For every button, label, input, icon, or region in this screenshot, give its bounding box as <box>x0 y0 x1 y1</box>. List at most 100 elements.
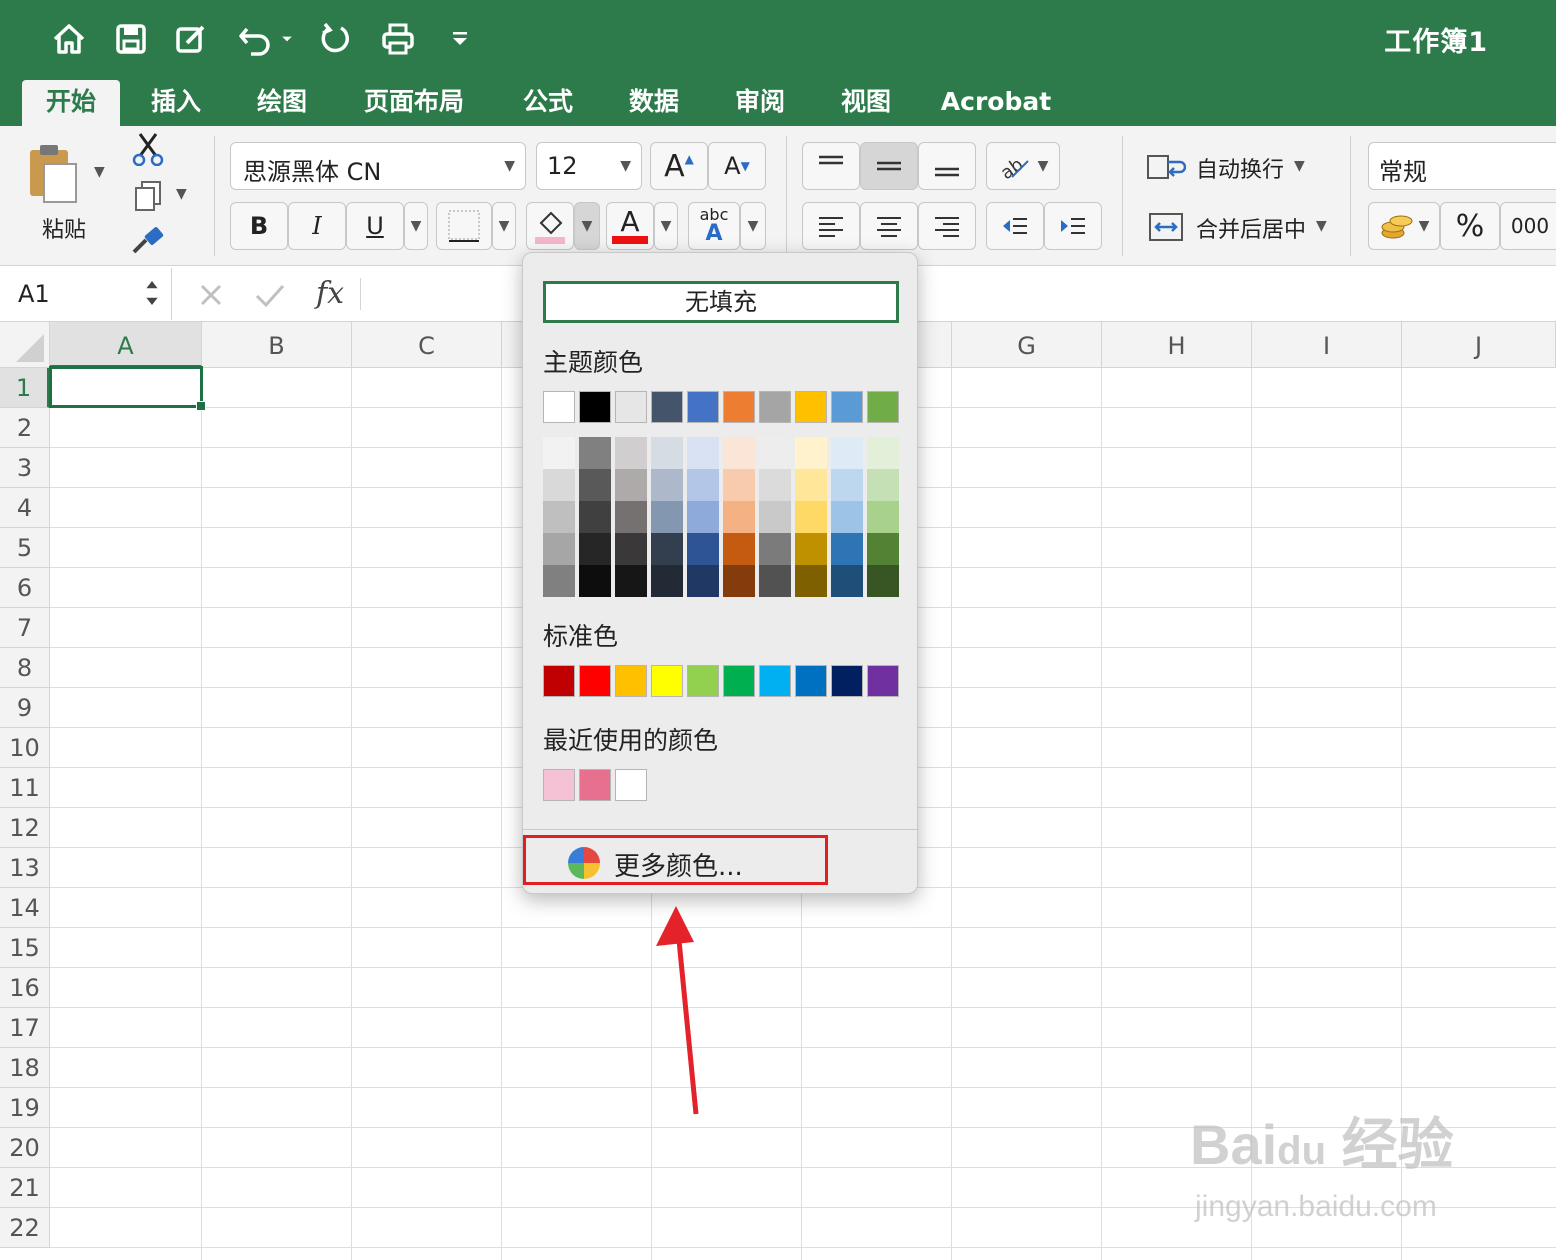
copy-icon[interactable] <box>134 180 164 212</box>
borders-button[interactable] <box>436 202 492 250</box>
align-right-button[interactable] <box>918 202 976 250</box>
merge-center-dropdown-icon[interactable]: ▼ <box>1316 218 1327 234</box>
row-header-6[interactable]: 6 <box>0 568 50 608</box>
tab-page-layout[interactable]: 页面布局 <box>352 80 476 126</box>
standard-color-swatch[interactable] <box>687 665 719 697</box>
theme-shade-swatch[interactable] <box>795 501 827 533</box>
undo-dropdown-icon[interactable] <box>272 16 302 62</box>
theme-shade-swatch[interactable] <box>795 469 827 501</box>
print-icon[interactable] <box>375 16 421 62</box>
theme-shade-swatch[interactable] <box>831 437 863 469</box>
align-center-button[interactable] <box>860 202 918 250</box>
standard-color-swatch[interactable] <box>723 665 755 697</box>
theme-shade-swatch[interactable] <box>867 565 899 597</box>
name-box[interactable]: A1 <box>0 268 172 320</box>
theme-shade-swatch[interactable] <box>831 469 863 501</box>
theme-shade-swatch[interactable] <box>579 533 611 565</box>
row-header-18[interactable]: 18 <box>0 1048 50 1088</box>
enter-check-icon[interactable] <box>254 280 286 310</box>
theme-shade-swatch[interactable] <box>687 565 719 597</box>
align-top-button[interactable] <box>802 142 860 190</box>
underline-button[interactable]: U <box>346 202 404 250</box>
active-cell-a1[interactable] <box>49 366 206 411</box>
theme-color-swatch[interactable] <box>651 391 683 423</box>
format-painter-icon[interactable] <box>130 226 166 256</box>
column-header-h[interactable]: H <box>1102 322 1252 368</box>
theme-shade-swatch[interactable] <box>723 533 755 565</box>
theme-shade-swatch[interactable] <box>723 501 755 533</box>
standard-color-swatch[interactable] <box>831 665 863 697</box>
row-header-19[interactable]: 19 <box>0 1088 50 1128</box>
borders-dropdown-icon[interactable]: ▼ <box>492 202 516 250</box>
row-header-16[interactable]: 16 <box>0 968 50 1008</box>
theme-color-swatch[interactable] <box>687 391 719 423</box>
row-header-1[interactable]: 1 <box>0 368 50 408</box>
tab-home[interactable]: 开始 <box>22 80 120 126</box>
percent-button[interactable]: % <box>1440 202 1500 250</box>
home-icon[interactable] <box>46 16 92 62</box>
theme-shade-swatch[interactable] <box>759 501 791 533</box>
standard-color-swatch[interactable] <box>579 665 611 697</box>
theme-color-swatch[interactable] <box>615 391 647 423</box>
theme-shade-swatch[interactable] <box>723 469 755 501</box>
row-header-22[interactable]: 22 <box>0 1208 50 1248</box>
tab-insert[interactable]: 插入 <box>140 80 212 126</box>
theme-color-swatch[interactable] <box>579 391 611 423</box>
row-header-15[interactable]: 15 <box>0 928 50 968</box>
theme-shade-swatch[interactable] <box>867 533 899 565</box>
tab-acrobat[interactable]: Acrobat <box>938 80 1054 126</box>
column-header-i[interactable]: I <box>1252 322 1402 368</box>
standard-color-swatch[interactable] <box>795 665 827 697</box>
underline-dropdown-icon[interactable]: ▼ <box>404 202 428 250</box>
fill-color-button[interactable] <box>526 202 574 250</box>
fill-color-dropdown-icon[interactable]: ▼ <box>574 202 600 250</box>
font-name-dropdown-icon[interactable]: ▼ <box>504 158 515 174</box>
theme-color-swatch[interactable] <box>759 391 791 423</box>
tab-review[interactable]: 审阅 <box>724 80 796 126</box>
tab-view[interactable]: 视图 <box>830 80 902 126</box>
theme-shade-swatch[interactable] <box>795 437 827 469</box>
theme-shade-swatch[interactable] <box>759 533 791 565</box>
font-size-dropdown-icon[interactable]: ▼ <box>620 158 631 174</box>
row-header-13[interactable]: 13 <box>0 848 50 888</box>
row-header-4[interactable]: 4 <box>0 488 50 528</box>
cancel-icon[interactable] <box>196 280 226 310</box>
theme-shade-swatch[interactable] <box>615 501 647 533</box>
bold-button[interactable]: B <box>230 202 288 250</box>
theme-shade-swatch[interactable] <box>543 469 575 501</box>
theme-shade-swatch[interactable] <box>651 501 683 533</box>
number-format-select[interactable]: 常规 <box>1368 142 1556 190</box>
row-header-17[interactable]: 17 <box>0 1008 50 1048</box>
theme-shade-swatch[interactable] <box>687 533 719 565</box>
orientation-button[interactable]: ab ▼ <box>986 142 1060 190</box>
row-header-7[interactable]: 7 <box>0 608 50 648</box>
more-colors-button[interactable]: 更多颜色... <box>523 835 828 885</box>
theme-shade-swatch[interactable] <box>759 469 791 501</box>
font-color-button[interactable]: A <box>606 202 654 250</box>
theme-shade-swatch[interactable] <box>723 437 755 469</box>
tab-data[interactable]: 数据 <box>618 80 690 126</box>
column-header-c[interactable]: C <box>352 322 502 368</box>
theme-shade-swatch[interactable] <box>651 469 683 501</box>
theme-shade-swatch[interactable] <box>795 565 827 597</box>
phonetic-dropdown-icon[interactable]: ▼ <box>740 202 766 250</box>
standard-color-swatch[interactable] <box>651 665 683 697</box>
recent-color-swatch[interactable] <box>579 769 611 801</box>
theme-shade-swatch[interactable] <box>543 437 575 469</box>
row-header-9[interactable]: 9 <box>0 688 50 728</box>
paste-label[interactable]: 粘贴 <box>42 212 86 244</box>
theme-shade-swatch[interactable] <box>795 533 827 565</box>
tab-formulas[interactable]: 公式 <box>512 80 584 126</box>
italic-button[interactable]: I <box>288 202 346 250</box>
font-color-dropdown-icon[interactable]: ▼ <box>654 202 678 250</box>
currency-button[interactable]: ▼ <box>1368 202 1440 250</box>
theme-shade-swatch[interactable] <box>651 437 683 469</box>
redo-icon[interactable] <box>312 16 358 62</box>
standard-color-swatch[interactable] <box>615 665 647 697</box>
theme-shade-swatch[interactable] <box>831 533 863 565</box>
select-all-corner[interactable] <box>0 322 50 368</box>
theme-shade-swatch[interactable] <box>687 437 719 469</box>
theme-shade-swatch[interactable] <box>579 437 611 469</box>
theme-shade-swatch[interactable] <box>867 469 899 501</box>
recent-color-swatch[interactable] <box>615 769 647 801</box>
